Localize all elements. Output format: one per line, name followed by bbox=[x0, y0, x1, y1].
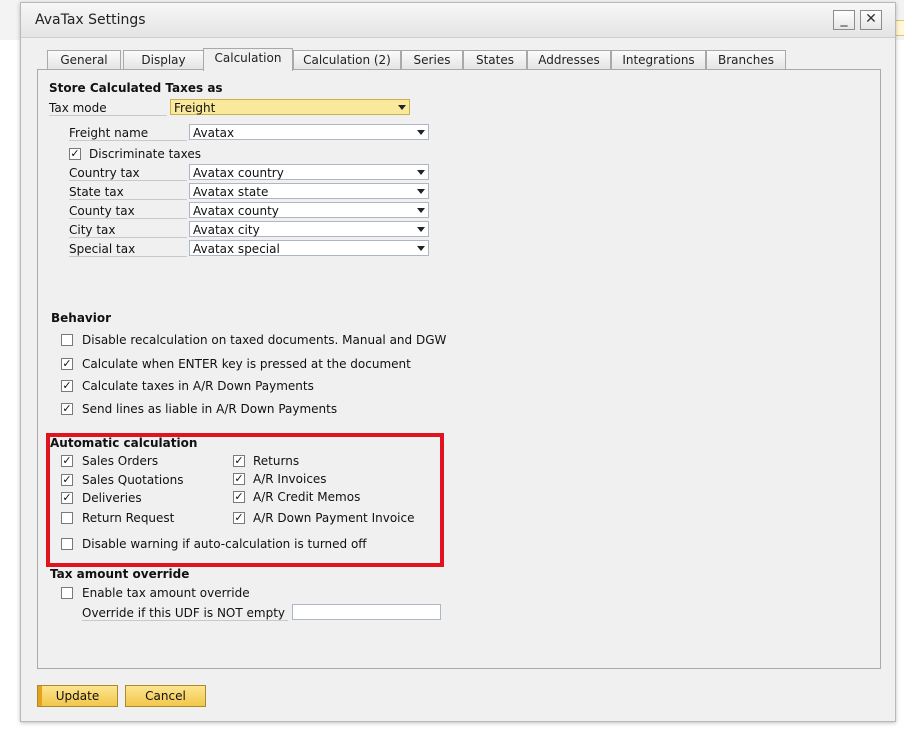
state-tax-label: State tax bbox=[69, 185, 187, 200]
tab-states[interactable]: States bbox=[463, 50, 527, 70]
udf-input[interactable] bbox=[292, 604, 441, 620]
city-tax-label: City tax bbox=[69, 223, 187, 238]
udf-label: Override if this UDF is NOT empty bbox=[82, 606, 288, 621]
tax-mode-select[interactable]: Freight bbox=[170, 99, 410, 115]
deliveries-checkbox[interactable]: ✓ bbox=[61, 492, 73, 504]
tab-calculation-2[interactable]: Calculation (2) bbox=[293, 50, 401, 70]
behavior-section-title: Behavior bbox=[51, 311, 112, 325]
cancel-button[interactable]: Cancel bbox=[125, 685, 206, 707]
disable-warning-checkbox[interactable] bbox=[61, 538, 73, 550]
title-bar[interactable]: AvaTax Settings _ ✕ bbox=[21, 3, 895, 38]
chevron-down-icon bbox=[417, 227, 425, 232]
tab-integrations[interactable]: Integrations bbox=[611, 50, 706, 70]
special-tax-select[interactable]: Avatax special bbox=[189, 240, 429, 256]
freight-name-select[interactable]: Avatax bbox=[189, 124, 429, 140]
tax-mode-value: Freight bbox=[174, 101, 216, 115]
sales-orders-label: Sales Orders bbox=[82, 454, 159, 468]
calculate-on-enter-checkbox[interactable]: ✓ bbox=[61, 358, 73, 370]
tab-calculation[interactable]: Calculation bbox=[203, 48, 293, 71]
return-request-checkbox[interactable] bbox=[61, 512, 73, 524]
tab-branches[interactable]: Branches bbox=[706, 50, 786, 70]
city-tax-value: Avatax city bbox=[193, 223, 260, 237]
freight-name-value: Avatax bbox=[193, 126, 235, 140]
ar-down-payment-invoice-checkbox[interactable]: ✓ bbox=[233, 512, 245, 524]
ar-invoices-label: A/R Invoices bbox=[253, 472, 327, 486]
avatax-settings-window: AvaTax Settings _ ✕ General Display Calc… bbox=[20, 2, 896, 722]
tax-mode-label: Tax mode bbox=[49, 101, 167, 116]
discriminate-taxes-checkbox[interactable]: ✓ bbox=[69, 148, 81, 160]
tax-override-title: Tax amount override bbox=[50, 567, 190, 581]
update-button-label: Update bbox=[55, 689, 100, 703]
state-tax-select[interactable]: Avatax state bbox=[189, 183, 429, 199]
automatic-calculation-title: Automatic calculation bbox=[50, 436, 198, 450]
sales-quotations-label: Sales Quotations bbox=[82, 473, 184, 487]
button-accent bbox=[38, 686, 42, 706]
update-button[interactable]: Update bbox=[37, 685, 118, 707]
minimize-button[interactable]: _ bbox=[833, 10, 855, 30]
sales-quotations-checkbox[interactable]: ✓ bbox=[61, 474, 73, 486]
ar-down-payment-invoice-label: A/R Down Payment Invoice bbox=[253, 511, 415, 525]
send-lines-liable-checkbox[interactable]: ✓ bbox=[61, 403, 73, 415]
freight-name-label: Freight name bbox=[69, 126, 187, 141]
calculate-on-enter-label: Calculate when ENTER key is pressed at t… bbox=[82, 357, 411, 371]
disable-recalculation-checkbox[interactable] bbox=[61, 334, 73, 346]
ar-invoices-checkbox[interactable]: ✓ bbox=[233, 473, 245, 485]
country-tax-label: Country tax bbox=[69, 166, 187, 181]
calc-down-payments-checkbox[interactable]: ✓ bbox=[61, 380, 73, 392]
tab-display[interactable]: Display bbox=[123, 50, 204, 70]
tab-general[interactable]: General bbox=[47, 50, 121, 70]
country-tax-select[interactable]: Avatax country bbox=[189, 164, 429, 180]
chevron-down-icon bbox=[417, 130, 425, 135]
chevron-down-icon bbox=[417, 246, 425, 251]
ar-credit-memos-label: A/R Credit Memos bbox=[253, 490, 361, 504]
special-tax-label: Special tax bbox=[69, 242, 187, 257]
chevron-down-icon bbox=[398, 105, 406, 110]
tab-addresses[interactable]: Addresses bbox=[527, 50, 611, 70]
store-section-title: Store Calculated Taxes as bbox=[49, 81, 223, 95]
county-tax-value: Avatax county bbox=[193, 204, 279, 218]
disable-warning-label: Disable warning if auto-calculation is t… bbox=[82, 537, 367, 551]
chevron-down-icon bbox=[417, 189, 425, 194]
disable-recalculation-label: Disable recalculation on taxed documents… bbox=[82, 333, 447, 347]
state-tax-value: Avatax state bbox=[193, 185, 269, 199]
tab-series[interactable]: Series bbox=[401, 50, 463, 70]
discriminate-taxes-label: Discriminate taxes bbox=[89, 147, 202, 161]
city-tax-select[interactable]: Avatax city bbox=[189, 221, 429, 237]
calc-down-payments-label: Calculate taxes in A/R Down Payments bbox=[82, 379, 314, 393]
chevron-down-icon bbox=[417, 208, 425, 213]
returns-checkbox[interactable]: ✓ bbox=[233, 455, 245, 467]
special-tax-value: Avatax special bbox=[193, 242, 280, 256]
enable-override-label: Enable tax amount override bbox=[82, 586, 250, 600]
county-tax-select[interactable]: Avatax county bbox=[189, 202, 429, 218]
county-tax-label: County tax bbox=[69, 204, 187, 219]
window-title: AvaTax Settings bbox=[35, 12, 146, 28]
returns-label: Returns bbox=[253, 454, 300, 468]
enable-override-checkbox[interactable] bbox=[61, 587, 73, 599]
send-lines-liable-label: Send lines as liable in A/R Down Payment… bbox=[82, 402, 338, 416]
ar-credit-memos-checkbox[interactable]: ✓ bbox=[233, 491, 245, 503]
country-tax-value: Avatax country bbox=[193, 166, 284, 180]
deliveries-label: Deliveries bbox=[82, 491, 142, 505]
sales-orders-checkbox[interactable]: ✓ bbox=[61, 455, 73, 467]
cancel-button-label: Cancel bbox=[145, 689, 186, 703]
close-button[interactable]: ✕ bbox=[860, 10, 882, 30]
return-request-label: Return Request bbox=[82, 511, 175, 525]
chevron-down-icon bbox=[417, 170, 425, 175]
